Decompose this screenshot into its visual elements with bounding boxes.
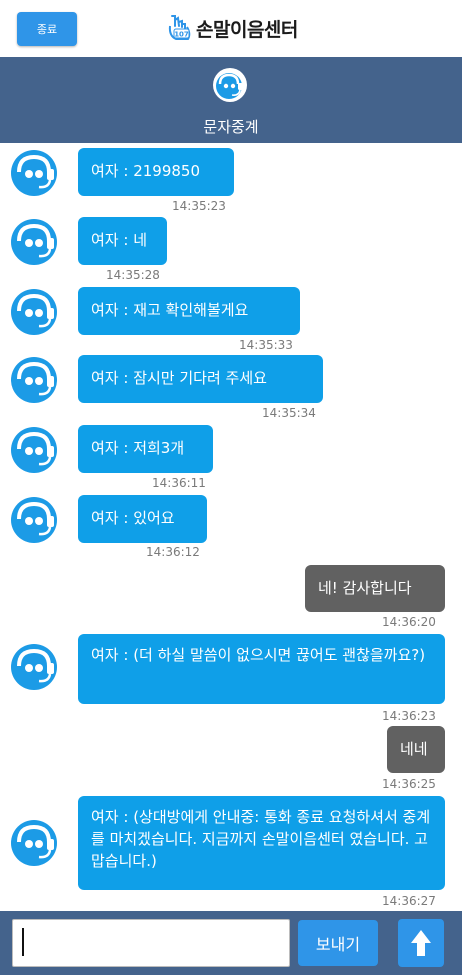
incoming-message-bubble: 여자 : (상대방에게 안내중: 통화 종료 요청하셔서 중계를 마치겠습니다.… xyxy=(78,796,445,890)
header-title: 문자중계 xyxy=(203,118,259,136)
incoming-message-bubble: 여자 : 재고 확인해볼게요 xyxy=(78,287,300,335)
message-timestamp: 14:35:23 xyxy=(172,199,226,213)
agent-avatar-icon xyxy=(9,354,61,406)
input-bar: 보내기 xyxy=(0,911,462,975)
message-timestamp: 14:35:34 xyxy=(262,406,316,420)
relay-agent-icon xyxy=(213,68,247,102)
message-timestamp: 14:36:23 xyxy=(382,709,436,723)
send-button[interactable]: 보내기 xyxy=(298,920,378,966)
incoming-message-bubble: 여자 : 있어요 xyxy=(78,495,207,543)
agent-avatar-icon xyxy=(9,424,61,476)
message-timestamp: 14:35:33 xyxy=(239,338,293,352)
message-timestamp: 14:36:27 xyxy=(382,894,436,908)
agent-avatar-icon xyxy=(9,216,61,268)
message-timestamp: 14:36:12 xyxy=(146,545,200,559)
incoming-message-bubble: 여자 : 잠시만 기다려 주세요 xyxy=(78,355,323,403)
brand: 107 손말이음센터 xyxy=(166,10,298,46)
incoming-message-bubble: 여자 : 네 xyxy=(78,217,167,265)
agent-avatar-icon xyxy=(9,286,61,338)
agent-avatar-icon xyxy=(9,641,61,693)
outgoing-message-bubble: 네! 감사합니다 xyxy=(305,565,445,612)
incoming-message-bubble: 여자 : (더 하실 말씀이 없으시면 끊어도 괜찮을까요?) xyxy=(78,634,445,704)
agent-avatar-icon xyxy=(9,147,61,199)
scroll-up-button[interactable] xyxy=(398,919,444,967)
message-timestamp: 14:36:20 xyxy=(382,615,436,629)
message-timestamp: 14:35:28 xyxy=(106,268,160,282)
hand-logo-icon: 107 xyxy=(168,15,191,40)
top-bar: 종료 107 손말이음센터 xyxy=(0,0,462,57)
incoming-message-bubble: 여자 : 2199850 xyxy=(78,148,234,196)
incoming-message-bubble: 여자 : 저희3개 xyxy=(78,425,213,473)
app-root: 종료 107 손말이음센터 문자중계 여자 : 2199850 14:35:23 여… xyxy=(0,0,462,975)
outgoing-message-bubble: 네네 xyxy=(387,726,445,773)
message-timestamp: 14:36:11 xyxy=(152,476,206,490)
relay-header: 문자중계 xyxy=(0,57,462,143)
end-button[interactable]: 종료 xyxy=(17,12,77,46)
agent-avatar-icon xyxy=(9,494,61,546)
arrow-up-icon xyxy=(411,930,431,956)
brand-name: 손말이음센터 xyxy=(196,18,298,41)
agent-avatar-icon xyxy=(9,817,61,869)
text-caret xyxy=(22,928,24,956)
brand-badge: 107 xyxy=(174,31,189,39)
message-input[interactable] xyxy=(12,919,290,967)
message-timestamp: 14:36:25 xyxy=(382,777,436,791)
